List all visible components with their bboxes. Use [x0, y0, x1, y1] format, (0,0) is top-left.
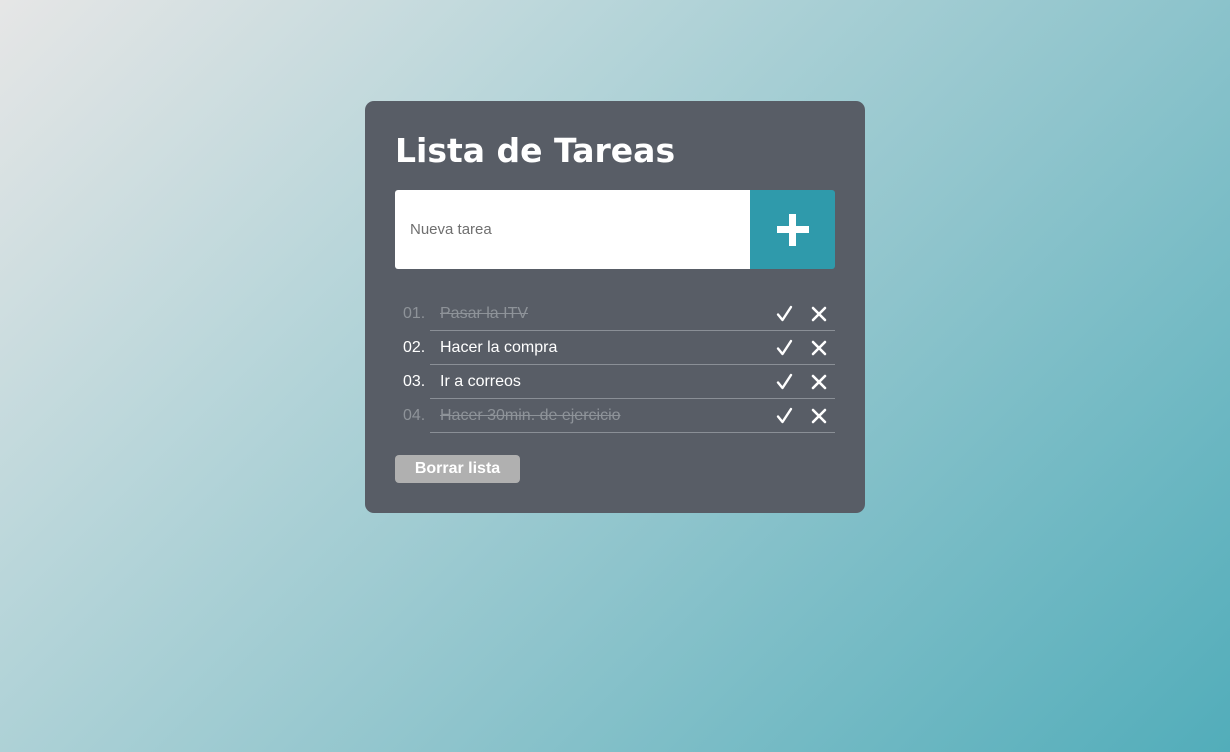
plus-icon: [776, 213, 809, 246]
new-task-input[interactable]: [395, 190, 750, 269]
task-text[interactable]: Ir a correos: [440, 373, 521, 391]
close-icon: [811, 306, 827, 322]
task-text[interactable]: Hacer la compra: [440, 339, 557, 357]
complete-task-button[interactable]: [775, 304, 795, 324]
task-list: 01. Pasar la ITV 02. Hacer la compra 03.…: [395, 297, 835, 433]
delete-task-button[interactable]: [809, 372, 829, 392]
task-body: Pasar la ITV: [430, 297, 835, 331]
close-icon: [811, 408, 827, 424]
complete-task-button[interactable]: [775, 338, 795, 358]
delete-task-button[interactable]: [809, 406, 829, 426]
new-task-row: [395, 190, 835, 269]
task-body: Hacer la compra: [430, 331, 835, 365]
add-task-button[interactable]: [750, 190, 835, 269]
complete-task-button[interactable]: [775, 372, 795, 392]
todo-card: Lista de Tareas 01. Pasar la ITV: [365, 101, 865, 513]
task-item-3: 03. Ir a correos: [395, 365, 835, 399]
task-number: 01.: [403, 305, 426, 322]
task-body: Hacer 30min. de ejercicio: [430, 399, 835, 433]
clear-list-button[interactable]: Borrar lista: [395, 455, 520, 483]
checkmark-icon: [776, 407, 793, 424]
task-number: 03.: [403, 373, 426, 390]
checkmark-icon: [776, 305, 793, 322]
task-item-1: 01. Pasar la ITV: [395, 297, 835, 331]
delete-task-button[interactable]: [809, 338, 829, 358]
task-item-2: 02. Hacer la compra: [395, 331, 835, 365]
close-icon: [811, 340, 827, 356]
task-number: 04.: [403, 407, 426, 424]
task-text[interactable]: Pasar la ITV: [440, 305, 528, 323]
close-icon: [811, 374, 827, 390]
checkmark-icon: [776, 339, 793, 356]
checkmark-icon: [776, 373, 793, 390]
task-item-4: 04. Hacer 30min. de ejercicio: [395, 399, 835, 433]
complete-task-button[interactable]: [775, 406, 795, 426]
task-number: 02.: [403, 339, 426, 356]
task-text[interactable]: Hacer 30min. de ejercicio: [440, 407, 621, 425]
task-body: Ir a correos: [430, 365, 835, 399]
delete-task-button[interactable]: [809, 304, 829, 324]
page-title: Lista de Tareas: [395, 131, 676, 170]
